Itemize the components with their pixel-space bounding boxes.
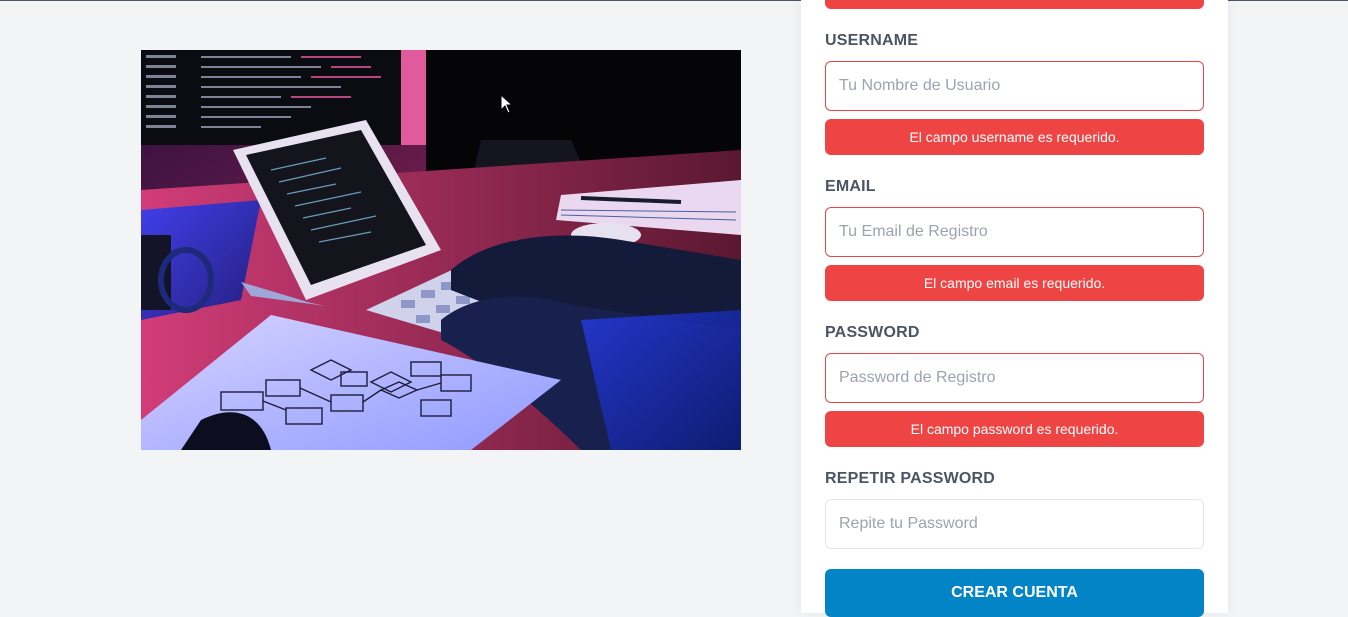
username-error: El campo username es requerido. xyxy=(825,119,1204,155)
create-account-button[interactable]: CREAR CUENTA xyxy=(825,569,1204,617)
password-error: El campo password es requerido. xyxy=(825,411,1204,447)
email-label: EMAIL xyxy=(825,178,876,195)
mouse-pointer-icon xyxy=(500,94,514,114)
username-label: USERNAME xyxy=(825,32,919,49)
password-input[interactable] xyxy=(825,353,1204,403)
email-input[interactable] xyxy=(825,207,1204,257)
password-label: PASSWORD xyxy=(825,324,920,341)
error-banner-partial xyxy=(825,0,1204,9)
hero-image xyxy=(141,50,741,450)
email-error: El campo email es requerido. xyxy=(825,265,1204,301)
username-input[interactable] xyxy=(825,61,1204,111)
repeat-password-input[interactable] xyxy=(825,499,1204,549)
register-form-card: USERNAME El campo username es requerido.… xyxy=(801,0,1228,617)
repeat-password-label: REPETIR PASSWORD xyxy=(825,470,996,487)
